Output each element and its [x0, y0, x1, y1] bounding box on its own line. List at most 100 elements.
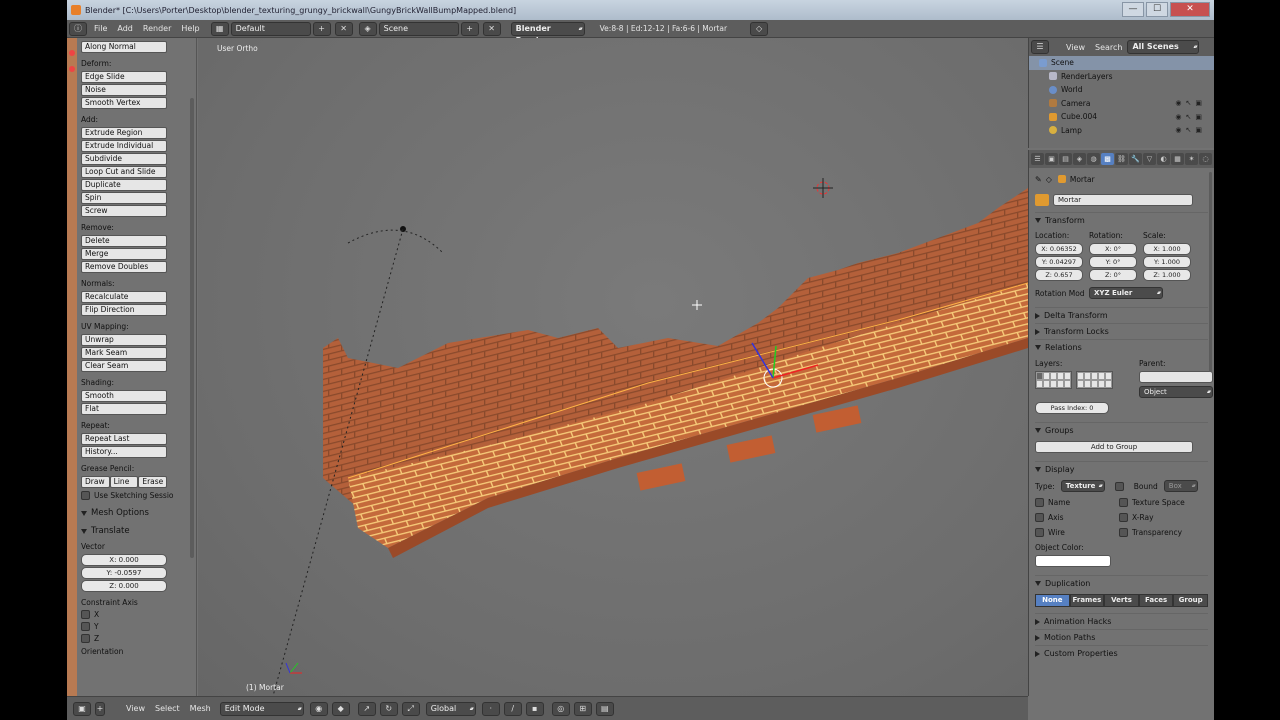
layer-buttons[interactable] [1035, 371, 1113, 389]
remove-layout-icon[interactable]: ✕ [334, 21, 353, 36]
dup-group-option[interactable]: Group [1173, 594, 1208, 607]
world-tab-icon[interactable]: ◍ [1087, 153, 1100, 165]
menu-file[interactable]: File [89, 24, 112, 33]
flip-direction-button[interactable]: Flip Direction [81, 304, 167, 316]
cursor-icon[interactable]: ↖ [1186, 126, 1192, 134]
display-panel[interactable]: Display [1035, 461, 1208, 477]
grease-erase-button[interactable]: Erase [138, 476, 168, 488]
duplicate-button[interactable]: Duplicate [81, 179, 167, 191]
3d-viewport[interactable]: User Ortho (1) Mortar [198, 38, 1028, 696]
editor-type-icon[interactable]: ▣ [73, 701, 91, 716]
extrude-individual-button[interactable]: Extrude Individual [81, 140, 167, 152]
camera-render-icon[interactable]: ▣ [1195, 126, 1202, 134]
loop-cut-button[interactable]: Loop Cut and Slide [81, 166, 167, 178]
object-tab-icon[interactable]: ▩ [1101, 153, 1114, 165]
screw-button[interactable]: Screw [81, 205, 167, 217]
vector-z-field[interactable]: Z: 0.000 [81, 580, 167, 592]
x-ray-checkbox[interactable] [1119, 513, 1128, 522]
grease-line-button[interactable]: Line [109, 476, 139, 488]
outliner-view-menu[interactable]: View [1061, 43, 1090, 52]
dup-verts-option[interactable]: Verts [1104, 594, 1139, 607]
editor-type-icon[interactable]: ⓘ [69, 21, 87, 36]
show-name-checkbox[interactable] [1035, 498, 1044, 507]
dup-none-option[interactable]: None [1035, 594, 1070, 607]
repeat-last-button[interactable]: Repeat Last [81, 433, 167, 445]
constraint-y-row[interactable]: Y [81, 622, 192, 631]
cursor-icon[interactable]: ↖ [1186, 99, 1192, 107]
eye-icon[interactable]: ◉ [1175, 99, 1181, 107]
rotation-z-field[interactable]: Z: 0° [1089, 269, 1137, 281]
rotation-x-field[interactable]: X: 0° [1089, 243, 1137, 255]
constraint-x-checkbox[interactable] [81, 610, 90, 619]
face-select-icon[interactable]: ▪ [525, 701, 544, 716]
record-icon[interactable] [69, 50, 75, 56]
motion-paths-panel[interactable]: Motion Paths [1035, 629, 1208, 645]
unwrap-button[interactable]: Unwrap [81, 334, 167, 346]
parent-type-dropdown[interactable]: Object [1139, 386, 1213, 398]
remove-scene-icon[interactable]: ✕ [482, 21, 501, 36]
menu-select[interactable]: Select [150, 704, 185, 713]
object-name-field[interactable]: Mortar [1053, 194, 1193, 206]
scene-field[interactable]: Scene [378, 21, 459, 36]
add-scene-icon[interactable]: + [460, 21, 479, 36]
flat-button[interactable]: Flat [81, 403, 167, 415]
location-x-field[interactable]: X: 0.06352 [1035, 243, 1083, 255]
manipulator-translate-icon[interactable]: ↗ [357, 701, 376, 716]
minimize-button[interactable]: — [1122, 2, 1144, 17]
eye-icon[interactable]: ◉ [1175, 126, 1181, 134]
editor-type-icon[interactable]: ☰ [1031, 40, 1049, 54]
outliner-search-menu[interactable]: Search [1090, 43, 1127, 52]
x-ray-row[interactable]: X-Ray [1119, 510, 1185, 525]
constraints-tab-icon[interactable]: ⛓ [1115, 153, 1128, 165]
relations-panel[interactable]: Relations [1035, 339, 1208, 355]
texture-space-checkbox[interactable] [1119, 498, 1128, 507]
delta-transform-panel[interactable]: Delta Transform [1035, 307, 1208, 323]
snap-icon[interactable]: ⊞ [573, 701, 592, 716]
scale-z-field[interactable]: Z: 1.000 [1143, 269, 1191, 281]
transparency-checkbox[interactable] [1119, 528, 1128, 537]
physics-tab-icon[interactable]: ◌ [1199, 153, 1212, 165]
proportional-edit-icon[interactable]: ◎ [551, 701, 570, 716]
manipulator-rotate-icon[interactable]: ↻ [379, 701, 398, 716]
edge-slide-button[interactable]: Edge Slide [81, 71, 167, 83]
show-wire-row[interactable]: Wire [1035, 525, 1119, 540]
scale-y-field[interactable]: Y: 1.000 [1143, 256, 1191, 268]
outliner-item-camera[interactable]: Camera ◉ ↖ ▣ [1029, 97, 1214, 111]
scene-icon[interactable]: ◈ [358, 21, 377, 36]
animation-hacks-panel[interactable]: Animation Hacks [1035, 613, 1208, 629]
parent-field[interactable] [1139, 371, 1213, 383]
editor-type-icon[interactable]: ☰ [1031, 153, 1044, 165]
mode-dropdown[interactable]: Edit Mode [219, 701, 304, 716]
translate-panel[interactable]: Translate [81, 526, 192, 536]
smooth-vertex-button[interactable]: Smooth Vertex [81, 97, 167, 109]
constraint-z-row[interactable]: Z [81, 634, 192, 643]
outliner-item-lamp[interactable]: Lamp ◉ ↖ ▣ [1029, 124, 1214, 138]
render-tab-icon[interactable]: ▣ [1045, 153, 1058, 165]
rotation-y-field[interactable]: Y: 0° [1089, 256, 1137, 268]
duplication-options[interactable]: None Frames Verts Faces Group [1035, 594, 1208, 607]
properties-scrollbar[interactable] [1209, 172, 1212, 372]
duplication-panel[interactable]: Duplication [1035, 575, 1208, 591]
pass-index-field[interactable]: Pass Index: 0 [1035, 402, 1109, 414]
object-color-swatch[interactable] [1035, 555, 1111, 567]
groups-panel[interactable]: Groups [1035, 422, 1208, 438]
show-wire-checkbox[interactable] [1035, 528, 1044, 537]
vertex-select-icon[interactable]: · [481, 701, 500, 716]
camera-render-icon[interactable]: ▣ [1195, 113, 1202, 121]
transform-locks-panel[interactable]: Transform Locks [1035, 323, 1208, 339]
subdivide-button[interactable]: Subdivide [81, 153, 167, 165]
use-sketching-checkbox[interactable] [81, 491, 90, 500]
outliner-filter-dropdown[interactable]: All Scenes [1127, 40, 1200, 54]
clear-seam-button[interactable]: Clear Seam [81, 360, 167, 372]
render-layers-tab-icon[interactable]: ▤ [1059, 153, 1072, 165]
info-icon[interactable]: ◇ [750, 21, 769, 36]
pin-icon[interactable]: ✎ [1035, 175, 1042, 184]
material-tab-icon[interactable]: ◐ [1157, 153, 1170, 165]
extrude-region-button[interactable]: Extrude Region [81, 127, 167, 139]
tool-shelf-scrollbar[interactable] [190, 98, 194, 558]
menu-add[interactable]: Add [112, 24, 138, 33]
transform-orientation-dropdown[interactable]: Global [425, 701, 476, 716]
location-y-field[interactable]: Y: 0.04297 [1035, 256, 1083, 268]
show-name-row[interactable]: Name [1035, 495, 1119, 510]
texture-tab-icon[interactable]: ▦ [1171, 153, 1184, 165]
